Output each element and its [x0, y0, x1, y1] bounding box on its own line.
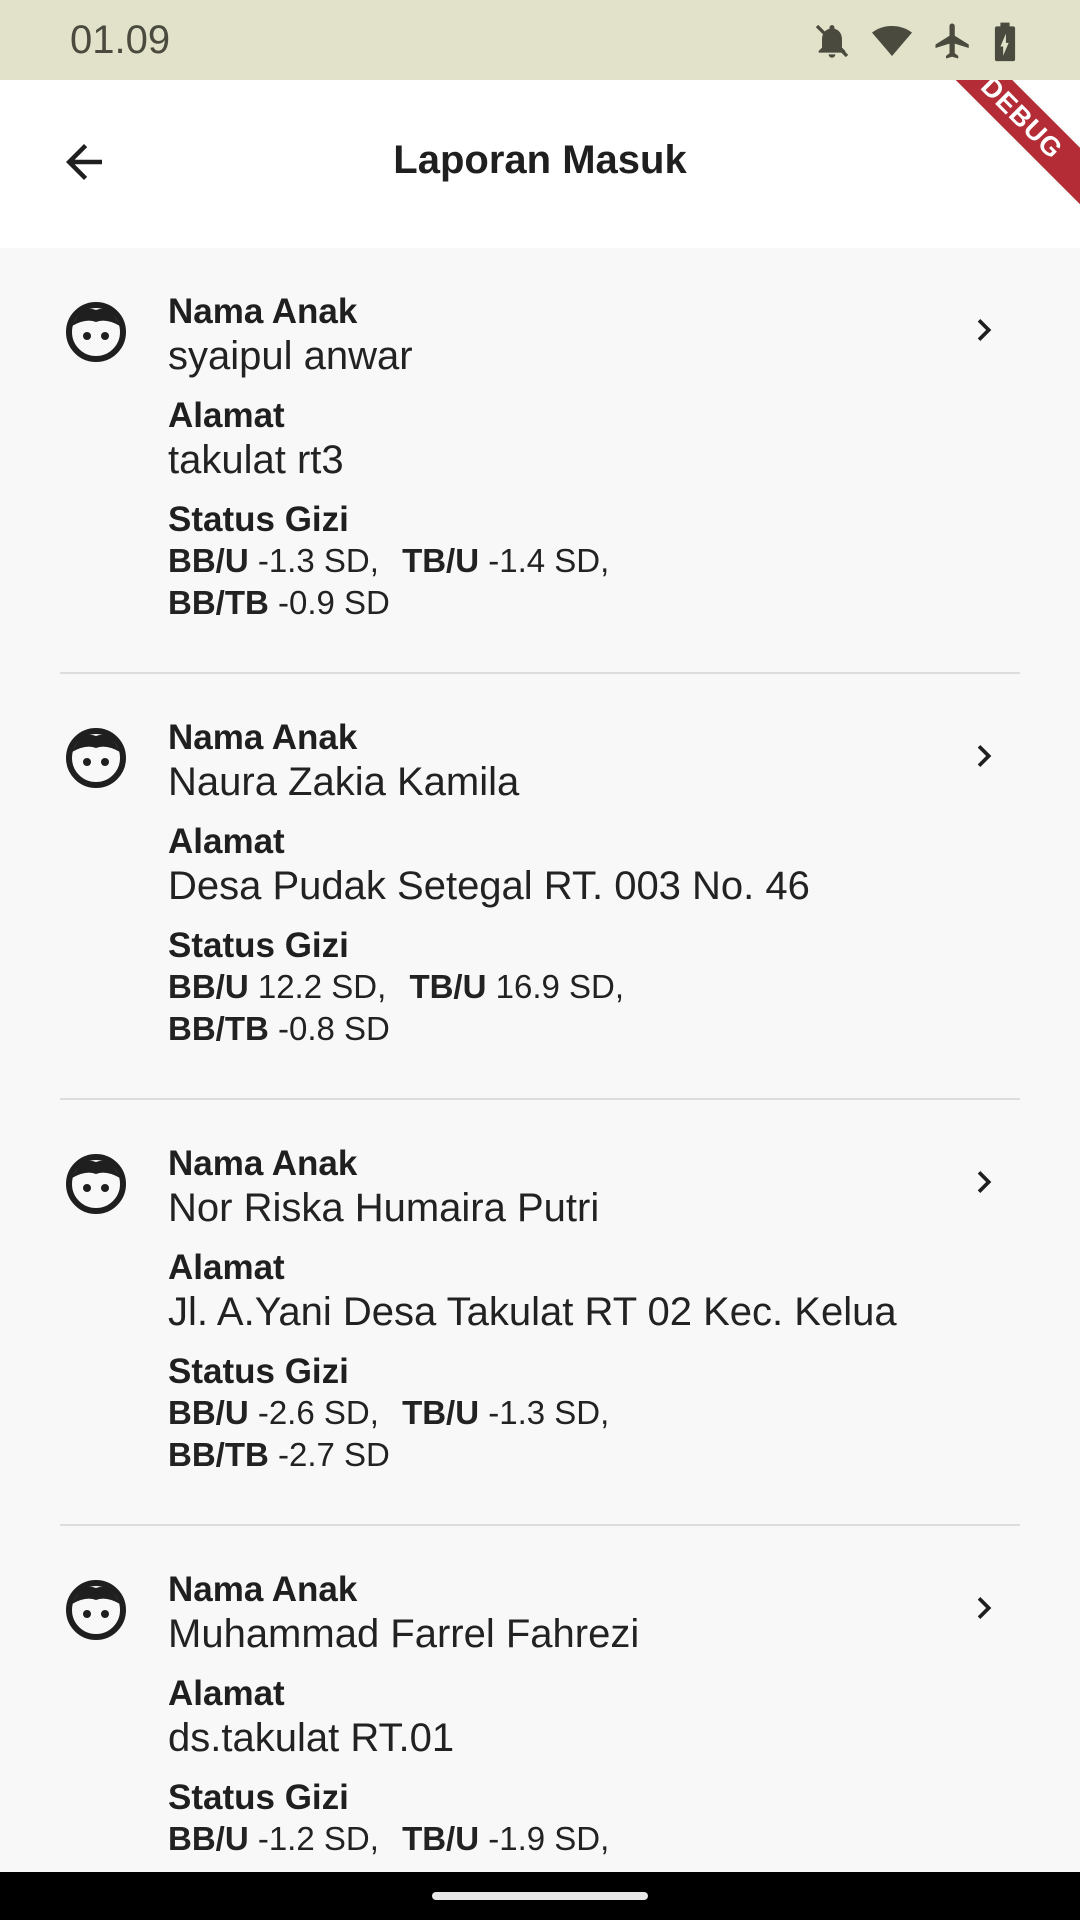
tbu-value: -1.4 SD, — [488, 542, 610, 579]
bbtb-value: -2.7 SD — [278, 1436, 390, 1473]
child-name: Muhammad Farrel Fahrezi — [168, 1612, 640, 1656]
bbu-key: BB/U — [168, 968, 249, 1005]
child-face-icon — [66, 1580, 126, 1640]
nutrition-status-label: Status Gizi — [168, 926, 349, 965]
child-name: Nor Riska Humaira Putri — [168, 1186, 600, 1230]
tbu-value: 16.9 SD, — [495, 968, 625, 1005]
nutrition-metrics: BB/U -1.2 SD, TB/U -1.9 SD, — [168, 1818, 988, 1860]
status-icons — [812, 18, 1018, 64]
app-bar: Laporan Masuk DEBUG — [0, 80, 1080, 248]
chevron-right-icon — [977, 1597, 992, 1619]
bbu-key: BB/U — [168, 1820, 249, 1857]
report-fields: Nama Anak Muhammad Farrel Fahrezi Alamat… — [168, 1570, 988, 1860]
address-label: Alamat — [168, 822, 285, 861]
page-title: Laporan Masuk — [393, 138, 687, 182]
child-face-icon — [66, 1154, 126, 1214]
bbu-value: 12.2 SD, — [257, 968, 387, 1005]
nutrition-status-label: Status Gizi — [168, 1352, 349, 1391]
status-bar: 01.09 — [0, 0, 1080, 80]
tbu-key: TB/U — [402, 1394, 480, 1431]
name-label: Nama Anak — [168, 1570, 358, 1609]
notifications-off-icon — [812, 20, 852, 62]
report-fields: Nama Anak Nor Riska Humaira Putri Alamat… — [168, 1144, 988, 1476]
bbtb-value: -0.8 SD — [278, 1010, 390, 1047]
chevron-right-icon — [977, 745, 992, 767]
nutrition-metrics: BB/U -1.3 SD, TB/U -1.4 SD, BB/TB -0.9 S… — [168, 540, 988, 624]
tbu-key: TB/U — [409, 968, 487, 1005]
chevron-right-icon — [977, 1171, 992, 1193]
tbu-value: -1.9 SD, — [488, 1820, 610, 1857]
chevron-right-icon — [977, 319, 992, 341]
status-time: 01.09 — [70, 18, 171, 62]
report-card[interactable]: Nama Anak Muhammad Farrel Fahrezi Alamat… — [60, 1526, 1020, 1872]
child-name: Naura Zakia Kamila — [168, 760, 520, 804]
child-face-icon — [66, 302, 126, 362]
report-card[interactable]: Nama Anak Nor Riska Humaira Putri Alamat… — [60, 1100, 1020, 1526]
report-fields: Nama Anak Naura Zakia Kamila Alamat Desa… — [168, 718, 988, 1050]
system-nav-bar — [0, 1872, 1080, 1920]
bbu-key: BB/U — [168, 1394, 249, 1431]
bbu-value: -2.6 SD, — [257, 1394, 379, 1431]
nutrition-status-label: Status Gizi — [168, 500, 349, 539]
address-label: Alamat — [168, 396, 285, 435]
child-address: Desa Pudak Setegal RT. 003 No. 46 — [168, 864, 810, 908]
tbu-value: -1.3 SD, — [488, 1394, 610, 1431]
child-address: Jl. A.Yani Desa Takulat RT 02 Kec. Kelua — [168, 1290, 897, 1334]
name-label: Nama Anak — [168, 292, 358, 331]
bbtb-key: BB/TB — [168, 584, 269, 621]
tbu-key: TB/U — [402, 1820, 480, 1857]
home-indicator[interactable] — [432, 1892, 648, 1900]
child-address: ds.takulat RT.01 — [168, 1716, 455, 1760]
nutrition-metrics: BB/U 12.2 SD, TB/U 16.9 SD, BB/TB -0.8 S… — [168, 966, 988, 1050]
bbu-value: -1.3 SD, — [257, 542, 379, 579]
airplane-icon — [932, 20, 974, 62]
report-card[interactable]: Nama Anak Naura Zakia Kamila Alamat Desa… — [60, 674, 1020, 1100]
bbu-key: BB/U — [168, 542, 249, 579]
name-label: Nama Anak — [168, 1144, 358, 1183]
child-address: takulat rt3 — [168, 438, 344, 482]
bbtb-key: BB/TB — [168, 1436, 269, 1473]
bbu-value: -1.2 SD, — [257, 1820, 379, 1857]
report-card[interactable]: Nama Anak syaipul anwar Alamat takulat r… — [60, 248, 1020, 674]
report-list[interactable]: Nama Anak syaipul anwar Alamat takulat r… — [0, 248, 1080, 1872]
child-face-icon — [66, 728, 126, 788]
address-label: Alamat — [168, 1248, 285, 1287]
address-label: Alamat — [168, 1674, 285, 1713]
child-name: syaipul anwar — [168, 334, 413, 378]
bbtb-key: BB/TB — [168, 1010, 269, 1047]
nutrition-metrics: BB/U -2.6 SD, TB/U -1.3 SD, BB/TB -2.7 S… — [168, 1392, 988, 1476]
nutrition-status-label: Status Gizi — [168, 1778, 349, 1817]
tbu-key: TB/U — [402, 542, 480, 579]
bbtb-value: -0.9 SD — [278, 584, 390, 621]
wifi-icon — [870, 21, 914, 61]
name-label: Nama Anak — [168, 718, 358, 757]
battery-charging-icon — [992, 19, 1018, 63]
report-fields: Nama Anak syaipul anwar Alamat takulat r… — [168, 292, 988, 624]
